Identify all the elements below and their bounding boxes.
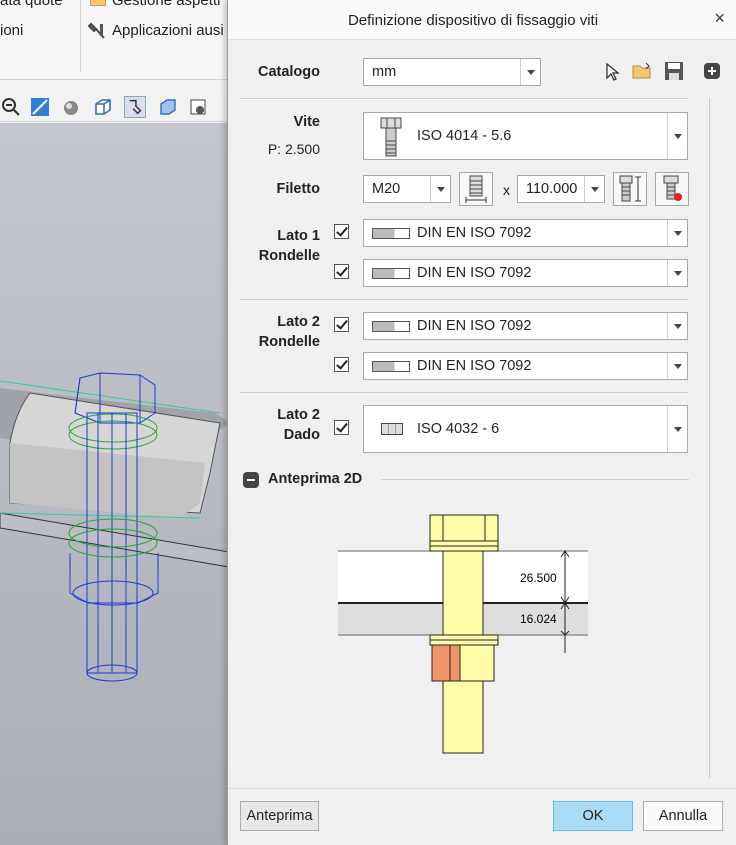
refit-icon[interactable] <box>29 96 51 118</box>
side1-washer1-checkbox[interactable] <box>334 224 349 239</box>
folder-icon <box>90 0 106 7</box>
ribbon-separator <box>80 0 81 72</box>
cancel-button[interactable]: Annulla <box>643 801 723 831</box>
saved-views-icon[interactable] <box>188 96 210 118</box>
washer-icon <box>372 228 410 239</box>
chevron-down-icon <box>667 353 687 379</box>
side2-washers-label: Rondelle <box>258 334 320 350</box>
graphics-viewport[interactable] <box>0 123 240 845</box>
screw-length-icon <box>619 175 641 202</box>
hole-check-button[interactable] <box>655 172 689 206</box>
appearance-icon[interactable] <box>60 96 82 118</box>
graphics-toolbar <box>0 92 240 122</box>
chevron-down-icon <box>667 406 687 452</box>
dialog-titlebar: Definizione dispositivo di fissaggio vit… <box>228 0 736 40</box>
divider <box>240 392 688 393</box>
nut-select[interactable]: ISO 4032 - 6 <box>363 405 688 453</box>
select-cursor-icon[interactable] <box>604 62 622 82</box>
side1-label: Lato 1 <box>277 228 320 244</box>
chevron-down-icon <box>667 113 687 159</box>
hole-check-icon <box>663 175 682 201</box>
thread-length-icon <box>465 175 487 203</box>
chevron-down-icon <box>667 313 687 339</box>
expand-icon[interactable] <box>704 63 720 79</box>
fastener-definition-dialog: Definizione dispositivo di fissaggio vit… <box>227 0 736 845</box>
ribbon-item-quote[interactable]: ata quote <box>0 0 63 9</box>
side1-washers-label: Rondelle <box>258 248 320 264</box>
screw-label: Vite <box>293 114 320 130</box>
screw-icon <box>380 117 402 157</box>
chevron-down-icon <box>584 176 604 202</box>
washer-icon <box>372 321 410 332</box>
catalog-label: Catalogo <box>257 64 320 80</box>
ribbon-item-applications[interactable]: Applicazioni ausi <box>87 22 224 40</box>
divider <box>381 479 689 480</box>
side2-washer1-checkbox[interactable] <box>334 317 349 332</box>
section-icon[interactable] <box>124 96 146 118</box>
length-select[interactable]: 110.000 <box>517 175 605 203</box>
view-orientation-icon[interactable] <box>92 96 114 118</box>
save-icon[interactable] <box>664 61 684 81</box>
divider <box>240 299 688 300</box>
display-style-icon[interactable] <box>157 96 179 118</box>
side2-washer2-select[interactable]: DIN EN ISO 7092 <box>363 352 688 380</box>
chevron-down-icon <box>667 260 687 286</box>
thread-label: Filetto <box>276 181 321 197</box>
washer-icon <box>372 361 410 372</box>
thread-select[interactable]: M20 <box>363 175 451 203</box>
nut-label: Dado <box>283 427 320 443</box>
collapse-icon[interactable] <box>243 472 259 488</box>
preview-button[interactable]: Anteprima <box>240 801 319 831</box>
pitch-label: P: 2.500 <box>267 141 320 157</box>
thread-length-button[interactable] <box>459 172 493 206</box>
side2-washer2-checkbox[interactable] <box>334 357 349 372</box>
chevron-down-icon <box>520 59 540 85</box>
ribbon-item-aspects[interactable]: Gestione aspetti <box>90 0 220 9</box>
side2-label: Lato 2 <box>277 314 320 330</box>
nut-icon <box>381 423 403 435</box>
times-sign: x <box>503 182 510 198</box>
side1-washer1-select[interactable]: DIN EN ISO 7092 <box>363 219 688 247</box>
close-icon[interactable]: × <box>714 8 725 29</box>
dimension-bottom: 16.024 <box>520 612 557 626</box>
nut-side-label: Lato 2 <box>277 407 320 423</box>
chevron-down-icon <box>667 220 687 246</box>
tools-icon <box>87 22 105 39</box>
screw-select[interactable]: ISO 4014 - 5.6 <box>363 112 688 160</box>
scrollbar[interactable] <box>709 98 710 778</box>
nut-checkbox[interactable] <box>334 420 349 435</box>
side1-washer2-checkbox[interactable] <box>334 264 349 279</box>
preview-2d-drawing: 26.500 16.024 <box>338 514 588 754</box>
open-folder-icon[interactable] <box>632 61 654 81</box>
dialog-title: Definizione dispositivo di fissaggio vit… <box>347 12 599 29</box>
side2-washer1-select[interactable]: DIN EN ISO 7092 <box>363 312 688 340</box>
dimension-top: 26.500 <box>520 571 557 585</box>
zoom-out-icon[interactable] <box>0 96 22 118</box>
washer-icon <box>372 268 410 279</box>
screw-length-button[interactable] <box>613 172 647 206</box>
divider <box>240 98 688 99</box>
ribbon-item-ioni[interactable]: ioni <box>0 22 23 39</box>
chevron-down-icon <box>430 176 450 202</box>
model-3d-view <box>0 372 236 682</box>
ribbon: ata quote ioni Gestione aspetti Applicaz… <box>0 0 240 80</box>
catalog-select[interactable]: mm <box>363 58 541 86</box>
preview-2d-title: Anteprima 2D <box>268 471 363 487</box>
ok-button[interactable]: OK <box>553 801 633 831</box>
side1-washer2-select[interactable]: DIN EN ISO 7092 <box>363 259 688 287</box>
